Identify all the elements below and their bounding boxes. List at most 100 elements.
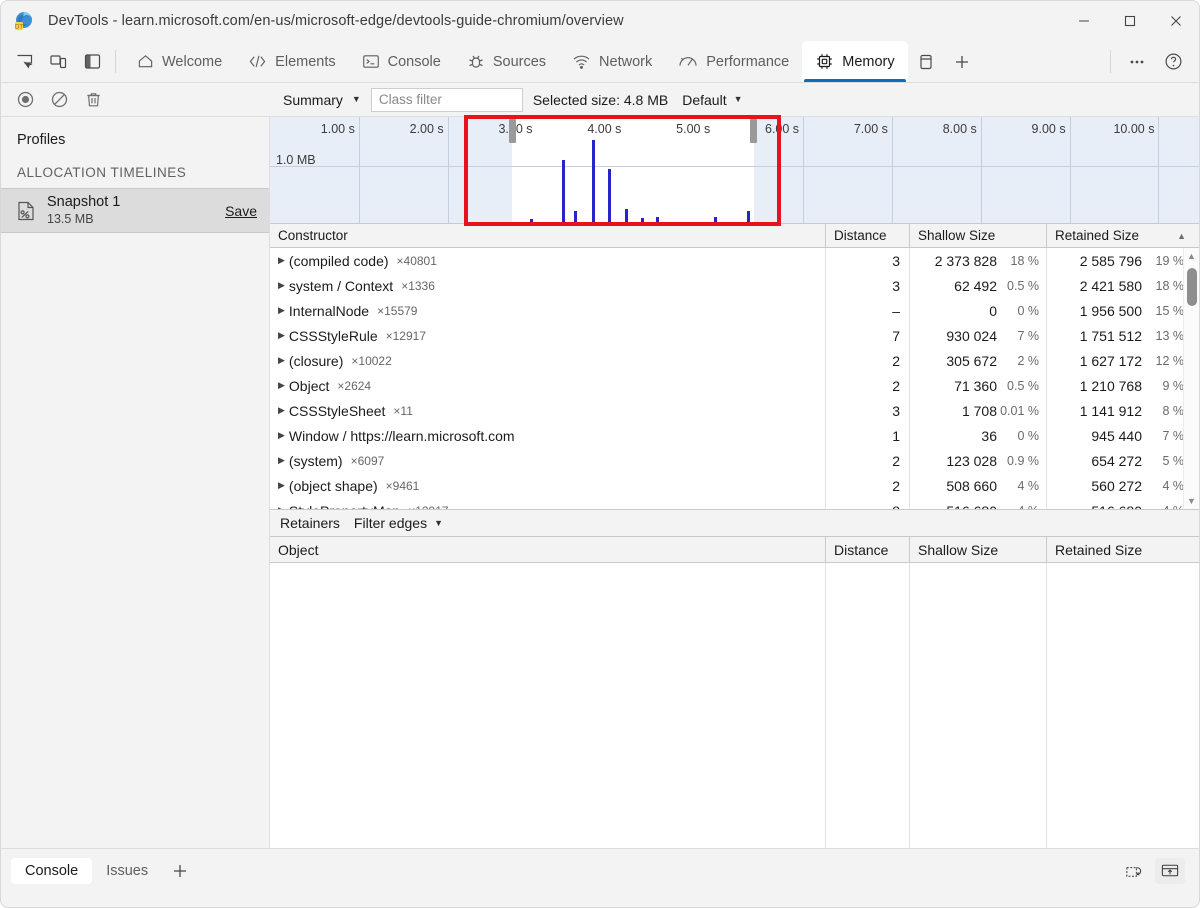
- table-row[interactable]: ▶InternalNode×15579–00 %1 956 50015 %: [270, 298, 1199, 323]
- filter-edges-selector[interactable]: Filter edges ▼: [354, 515, 443, 531]
- column-header-distance[interactable]: Distance: [826, 224, 910, 247]
- close-button[interactable]: [1153, 1, 1199, 41]
- scroll-up-arrow-icon[interactable]: ▲: [1184, 248, 1199, 264]
- allocation-timeline-overview[interactable]: 1.0 MB 1.00 s2.00 s3.00 s4.00 s5.00 s6.0…: [270, 117, 1199, 224]
- table-row[interactable]: ▶Window / https://learn.microsoft.com136…: [270, 423, 1199, 448]
- restore-drawer-icon[interactable]: [1119, 858, 1149, 884]
- table-row[interactable]: ▶CSSStyleRule×129177930 0247 %1 751 5121…: [270, 323, 1199, 348]
- table-row[interactable]: ▶Object×2624271 3600.5 %1 210 7689 %: [270, 373, 1199, 398]
- scroll-down-arrow-icon[interactable]: ▼: [1184, 493, 1199, 509]
- inspect-element-icon[interactable]: [7, 41, 41, 82]
- expand-triangle-icon[interactable]: ▶: [278, 380, 285, 391]
- table-row[interactable]: ▶(compiled code)×4080132 373 82818 %2 58…: [270, 248, 1199, 273]
- expand-triangle-icon[interactable]: ▶: [278, 505, 285, 509]
- table-row[interactable]: ▶(object shape)×94612508 6604 %560 2724 …: [270, 473, 1199, 498]
- retained-size-value: 2 421 580: [1080, 278, 1142, 294]
- table-row[interactable]: ▶(closure)×100222305 6722 %1 627 17212 %: [270, 348, 1199, 373]
- help-icon[interactable]: [1155, 41, 1191, 82]
- overview-selection-window[interactable]: [512, 117, 755, 223]
- tab-console[interactable]: Console: [349, 41, 454, 82]
- table-row[interactable]: ▶StylePropertyMap×129178516 6804 %516 68…: [270, 498, 1199, 509]
- constructor-name: StylePropertyMap: [289, 503, 400, 510]
- minimize-button[interactable]: [1061, 1, 1107, 41]
- retained-size-percent: 4 %: [1142, 479, 1184, 493]
- column-header-shallow-size[interactable]: Shallow Size: [910, 224, 1047, 247]
- main-body: Profiles ALLOCATION TIMELINES Snapshot 1…: [1, 117, 1199, 848]
- table-scrollbar[interactable]: ▲ ▼: [1183, 248, 1199, 509]
- retained-size-percent: 19 %: [1142, 254, 1184, 268]
- retainer-column-distance[interactable]: Distance: [826, 537, 910, 562]
- perspective-selector[interactable]: Default ▼: [682, 92, 742, 108]
- drawer-tab-console[interactable]: Console: [11, 858, 92, 884]
- snapshot-size: 13.5 MB: [47, 212, 120, 227]
- drawer-right-actions: [1119, 858, 1199, 884]
- selection-handle-right[interactable]: [750, 119, 757, 143]
- more-options-icon[interactable]: [1119, 41, 1155, 82]
- expand-triangle-icon[interactable]: ▶: [278, 280, 285, 291]
- tab-sources[interactable]: Sources: [454, 41, 559, 82]
- record-circle-icon[interactable]: [11, 87, 39, 113]
- add-panel-button[interactable]: [944, 41, 980, 82]
- cell-shallow-size: 62 4920.5 %: [910, 273, 1047, 298]
- cell-distance: 2: [826, 373, 910, 398]
- cell-constructor[interactable]: ▶StylePropertyMap×12917: [270, 498, 826, 509]
- retainer-column-shallow-size[interactable]: Shallow Size: [910, 537, 1047, 562]
- overview-gridline: [803, 117, 804, 223]
- trash-icon[interactable]: [79, 87, 107, 113]
- overview-bar: [530, 219, 533, 223]
- cell-distance: 2: [826, 448, 910, 473]
- cell-constructor[interactable]: ▶(object shape)×9461: [270, 473, 826, 498]
- tab-memory[interactable]: Memory: [802, 41, 907, 82]
- expand-triangle-icon[interactable]: ▶: [278, 480, 285, 491]
- retainer-column-retained-size[interactable]: Retained Size: [1047, 537, 1199, 562]
- snapshot-save-link[interactable]: Save: [225, 203, 257, 219]
- cell-shallow-size: 71 3600.5 %: [910, 373, 1047, 398]
- shallow-size-value: 71 360: [954, 378, 997, 394]
- cell-constructor[interactable]: ▶(closure)×10022: [270, 348, 826, 373]
- column-header-retained-size[interactable]: Retained Size ▲: [1047, 224, 1191, 247]
- scrollbar-thumb[interactable]: [1187, 268, 1197, 306]
- tab-welcome[interactable]: Welcome: [124, 41, 235, 82]
- add-drawer-tab-button[interactable]: [162, 862, 198, 880]
- retainer-column-object[interactable]: Object: [270, 537, 826, 562]
- no-entry-icon[interactable]: [45, 87, 73, 113]
- column-header-constructor[interactable]: Constructor: [270, 224, 826, 247]
- table-row[interactable]: ▶CSSStyleSheet×1131 7080.01 %1 141 9128 …: [270, 398, 1199, 423]
- tab-application-icon[interactable]: [908, 41, 944, 82]
- expand-triangle-icon[interactable]: ▶: [278, 430, 285, 441]
- expand-triangle-icon[interactable]: ▶: [278, 455, 285, 466]
- cell-retained-size: 1 141 9128 %: [1047, 398, 1191, 423]
- tab-performance[interactable]: Performance: [665, 41, 802, 82]
- instance-count: ×9461: [386, 479, 420, 493]
- drawer-tab-issues[interactable]: Issues: [92, 858, 162, 884]
- dock-panel-icon[interactable]: [1155, 858, 1185, 884]
- cell-constructor[interactable]: ▶(compiled code)×40801: [270, 248, 826, 273]
- expand-triangle-icon[interactable]: ▶: [278, 405, 285, 416]
- cell-constructor[interactable]: ▶(system)×6097: [270, 448, 826, 473]
- device-toolbar-icon[interactable]: [41, 41, 75, 82]
- view-selector[interactable]: Summary ▼: [277, 87, 371, 113]
- expand-triangle-icon[interactable]: ▶: [278, 330, 285, 341]
- maximize-button[interactable]: [1107, 1, 1153, 41]
- table-row[interactable]: ▶(system)×60972123 0280.9 %654 2725 %: [270, 448, 1199, 473]
- cell-constructor[interactable]: ▶system / Context×1336: [270, 273, 826, 298]
- shallow-size-percent: 0.9 %: [997, 454, 1039, 468]
- expand-triangle-icon[interactable]: ▶: [278, 255, 285, 266]
- cell-constructor[interactable]: ▶CSSStyleSheet×11: [270, 398, 826, 423]
- table-row[interactable]: ▶system / Context×1336362 4920.5 %2 421 …: [270, 273, 1199, 298]
- cell-constructor[interactable]: ▶Object×2624: [270, 373, 826, 398]
- tab-network[interactable]: Network: [559, 41, 665, 82]
- selection-handle-left[interactable]: [509, 119, 516, 143]
- cell-constructor[interactable]: ▶InternalNode×15579: [270, 298, 826, 323]
- expand-triangle-icon[interactable]: ▶: [278, 305, 285, 316]
- cell-constructor[interactable]: ▶CSSStyleRule×12917: [270, 323, 826, 348]
- expand-triangle-icon[interactable]: ▶: [278, 355, 285, 366]
- toggle-sidebar-icon[interactable]: [75, 41, 109, 82]
- snapshot-list-item[interactable]: Snapshot 1 13.5 MB Save: [1, 189, 269, 233]
- cell-constructor[interactable]: ▶Window / https://learn.microsoft.com: [270, 423, 826, 448]
- tab-elements[interactable]: Elements: [235, 41, 348, 82]
- retained-size-percent: 8 %: [1142, 404, 1184, 418]
- overview-y-axis-label: 1.0 MB: [276, 153, 316, 167]
- overview-tick-label: 9.00 s: [1032, 122, 1066, 136]
- class-filter-input[interactable]: Class filter: [371, 88, 523, 112]
